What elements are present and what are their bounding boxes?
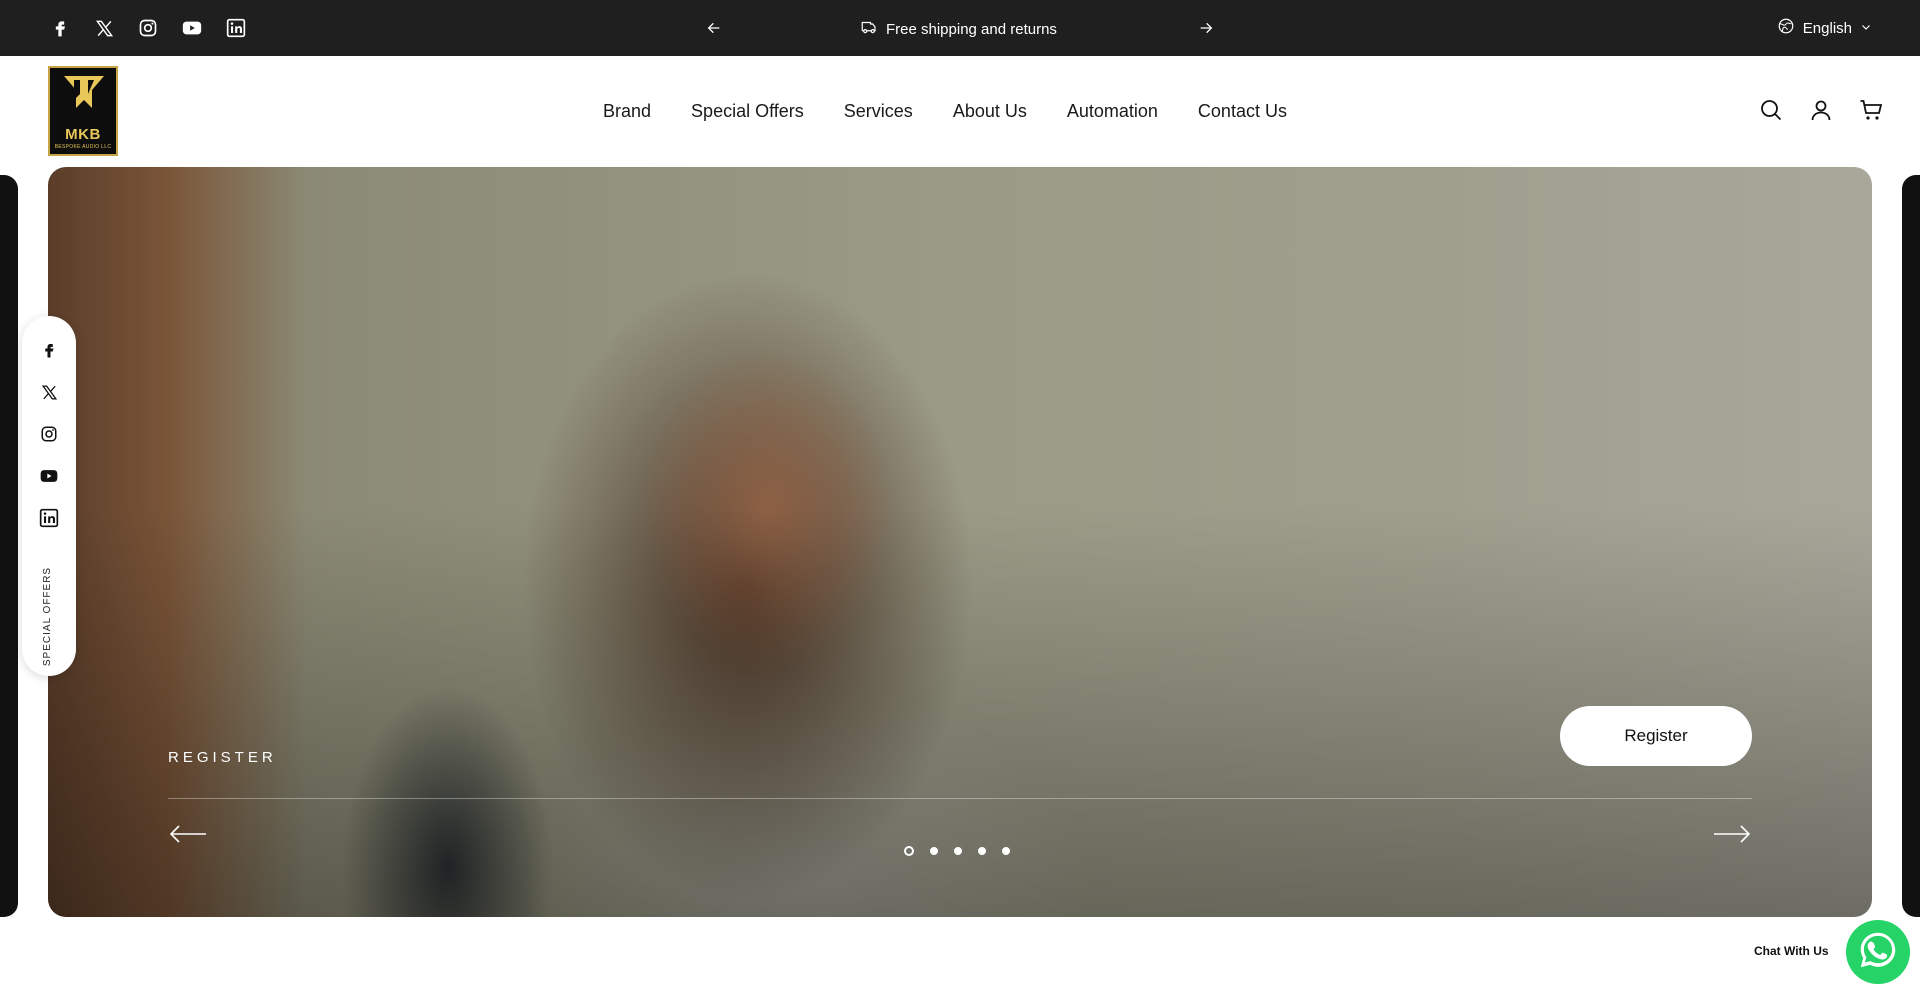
whatsapp-chat-button[interactable] (1846, 920, 1910, 984)
announcement-text: Free shipping and returns (886, 20, 1057, 38)
special-offers-tab[interactable]: SPECIAL OFFERS (36, 566, 60, 666)
announcement-next-arrow-icon[interactable] (1194, 16, 1218, 40)
nav-item-special-offers[interactable]: Special Offers (691, 101, 804, 122)
slide-dot-1[interactable] (904, 846, 914, 856)
site-header: MKB BESPOKE AUDIO LLC Brand Special Offe… (0, 56, 1920, 167)
globe-icon (1777, 17, 1795, 39)
language-label: English (1802, 19, 1852, 37)
slide-dot-5[interactable] (1002, 847, 1010, 855)
search-icon[interactable] (1758, 97, 1784, 123)
hero-slideshow: REGISTER Register (48, 167, 1872, 917)
logo-subtext: BESPOKE AUDIO LLC (54, 144, 112, 150)
announcement-message: Free shipping and returns (860, 18, 1057, 40)
slide-next-arrow-icon[interactable] (1712, 819, 1752, 849)
youtube-icon[interactable] (180, 16, 204, 40)
announcement-prev-arrow-icon[interactable] (702, 16, 726, 40)
nav-item-automation[interactable]: Automation (1067, 101, 1158, 122)
previous-slide-peek (0, 175, 18, 917)
linkedin-icon[interactable] (224, 16, 248, 40)
next-slide-peek (1902, 175, 1920, 917)
brand-logo[interactable]: MKB BESPOKE AUDIO LLC (48, 66, 118, 156)
announcement-social-links (48, 16, 248, 40)
x-icon[interactable] (92, 16, 116, 40)
hero-image (48, 167, 1872, 917)
nav-item-contact-us[interactable]: Contact Us (1198, 101, 1287, 122)
slide-dot-2[interactable] (930, 847, 938, 855)
slide-dot-3[interactable] (954, 847, 962, 855)
nav-item-about-us[interactable]: About Us (953, 101, 1027, 122)
instagram-icon[interactable] (37, 422, 61, 446)
announcement-bar: Free shipping and returns English (0, 0, 1920, 56)
nav-item-services[interactable]: Services (844, 101, 913, 122)
cart-icon[interactable] (1858, 97, 1884, 123)
language-selector[interactable]: English (1777, 17, 1872, 39)
linkedin-icon[interactable] (37, 506, 61, 530)
facebook-icon[interactable] (37, 338, 61, 362)
logo-text: MKB (65, 126, 101, 143)
special-offers-tab-label: SPECIAL OFFERS (42, 566, 54, 666)
hero-divider (168, 798, 1752, 799)
account-icon[interactable] (1808, 97, 1834, 123)
nav-item-brand[interactable]: Brand (603, 101, 651, 122)
facebook-icon[interactable] (48, 16, 72, 40)
register-button[interactable]: Register (1560, 706, 1752, 766)
hero-kicker: REGISTER (168, 749, 277, 766)
chevron-down-icon (1860, 20, 1872, 37)
main-nav: Brand Special Offers Services About Us A… (603, 101, 1287, 122)
whatsapp-icon (1855, 927, 1901, 978)
chat-label: Chat With Us (1754, 944, 1829, 958)
youtube-icon[interactable] (37, 464, 61, 488)
truck-icon (860, 18, 878, 40)
slide-prev-arrow-icon[interactable] (168, 819, 208, 849)
instagram-icon[interactable] (136, 16, 160, 40)
header-icons (1758, 97, 1884, 123)
slide-dots (904, 846, 1010, 856)
slide-dot-4[interactable] (978, 847, 986, 855)
logo-mark-icon (64, 76, 104, 108)
x-icon[interactable] (37, 380, 61, 404)
floating-social-rail: SPECIAL OFFERS (22, 316, 76, 676)
